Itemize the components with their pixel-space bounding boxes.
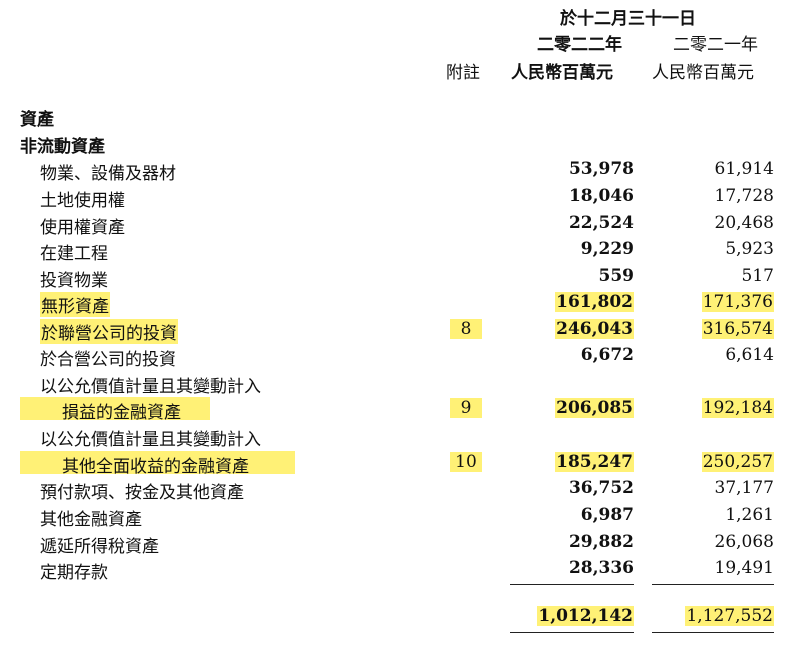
row-label: 預付款項、按金及其他資產 [40, 483, 244, 503]
total-rule-2022 [510, 632, 634, 633]
section-assets: 資產 [20, 110, 54, 130]
note-column-header: 附註 [446, 63, 480, 83]
table-row: 預付款項、按金及其他資產 36,752 37,177 [0, 476, 802, 503]
table-row: 其他金融資產 6,987 1,261 [0, 503, 802, 530]
row-label: 投資物業 [40, 271, 108, 291]
value-2022: 161,802 [555, 292, 634, 312]
year-2022-header: 二零二二年 [537, 35, 622, 55]
row-label: 其他金融資產 [40, 510, 142, 530]
row-label: 以公允價值計量且其變動計入 [40, 377, 261, 397]
table-row: 在建工程 9,229 5,923 [0, 237, 802, 264]
table-row-highlighted: 於聯營公司的投資 8 246,043 316,574 [0, 317, 802, 344]
subtotal-rule-2021 [652, 584, 774, 585]
row-label: 無形資產 [40, 292, 110, 317]
value-2022: 53,978 [568, 159, 634, 179]
table-row: 以公允價值計量且其變動計入 [0, 370, 802, 397]
value-2022: 185,247 [555, 452, 634, 472]
value-2021: 6,614 [725, 345, 774, 365]
row-label: 定期存款 [40, 563, 108, 583]
table-row: 遞延所得稅資產 29,882 26,068 [0, 530, 802, 557]
value-2022: 206,085 [555, 398, 634, 418]
table-row: 於合營公司的投資 6,672 6,614 [0, 343, 802, 370]
value-2021: 61,914 [714, 159, 774, 179]
value-2021: 17,728 [714, 186, 774, 206]
row-label: 以公允價值計量且其變動計入 [40, 430, 261, 450]
value-2022: 22,524 [568, 213, 634, 233]
value-2021: 26,068 [714, 532, 774, 552]
value-2022: 18,046 [568, 186, 634, 206]
value-2021: 517 [741, 266, 774, 286]
note-ref: 8 [450, 319, 482, 339]
year-2021-header: 二零二一年 [673, 35, 758, 55]
value-2022: 9,229 [580, 239, 634, 259]
value-2022: 6,987 [580, 505, 634, 525]
section-non-current-assets: 非流動資產 [20, 137, 105, 157]
value-2022: 6,672 [580, 345, 634, 365]
table-row: 投資物業 559 517 [0, 264, 802, 291]
table-row: 土地使用權 18,046 17,728 [0, 184, 802, 211]
table-row-highlighted: 其他全面收益的金融資產 10 185,247 250,257 [0, 450, 802, 477]
note-ref: 10 [450, 452, 482, 472]
value-2021: 1,261 [725, 505, 774, 525]
row-label: 其他全面收益的金融資產 [62, 457, 249, 477]
row-label: 於聯營公司的投資 [40, 319, 178, 344]
table-row-highlighted: 損益的金融資產 9 206,085 192,184 [0, 396, 802, 423]
table-row: 以公允價值計量且其變動計入 [0, 423, 802, 450]
row-label: 使用權資產 [40, 218, 125, 238]
value-2021: 5,923 [725, 239, 774, 259]
total-2021: 1,127,552 [685, 606, 774, 626]
table-row-highlighted: 無形資產 161,802 171,376 [0, 290, 802, 317]
row-label: 物業、設備及器材 [40, 164, 176, 184]
table-row: 使用權資產 22,524 20,468 [0, 211, 802, 238]
value-2022: 29,882 [568, 532, 634, 552]
total-rule-2021 [652, 632, 774, 633]
unit-2022-header: 人民幣百萬元 [511, 63, 613, 83]
value-2021: 192,184 [701, 398, 774, 418]
row-label: 土地使用權 [40, 191, 125, 211]
value-2021: 316,574 [701, 319, 774, 339]
value-2021: 37,177 [714, 478, 774, 498]
row-label: 在建工程 [40, 244, 108, 264]
unit-2021-header: 人民幣百萬元 [652, 63, 754, 83]
value-2021: 171,376 [701, 292, 774, 312]
value-2022: 559 [598, 266, 635, 286]
value-2021: 20,468 [714, 213, 774, 233]
value-2022: 246,043 [555, 319, 634, 339]
table-row: 定期存款 28,336 19,491 [0, 556, 802, 583]
note-ref: 9 [450, 398, 482, 418]
period-header: 於十二月三十一日 [560, 9, 696, 29]
row-label: 遞延所得稅資產 [40, 537, 159, 557]
row-label: 於合營公司的投資 [40, 350, 176, 370]
value-2021: 19,491 [714, 558, 774, 578]
subtotal-rule-2022 [510, 584, 634, 585]
total-row: 1,012,142 1,127,552 [0, 604, 802, 630]
value-2022: 36,752 [568, 478, 634, 498]
total-2022: 1,012,142 [537, 606, 634, 626]
row-label: 損益的金融資產 [62, 403, 181, 423]
table-row: 物業、設備及器材 53,978 61,914 [0, 157, 802, 184]
value-2022: 28,336 [568, 558, 634, 578]
value-2021: 250,257 [701, 452, 774, 472]
